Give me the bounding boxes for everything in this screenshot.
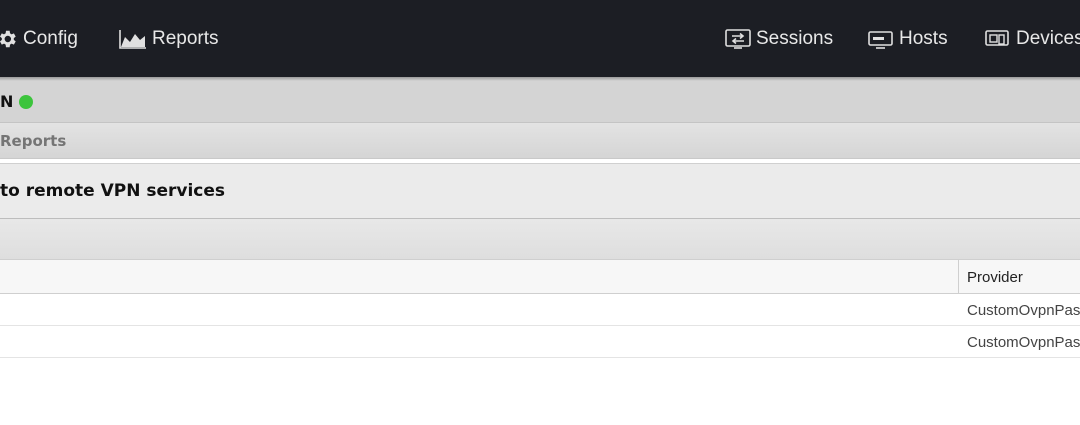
nav-devices[interactable]: Devices [985,0,1080,77]
nav-reports-label: Reports [152,27,219,49]
sessions-icon [725,28,751,49]
cell-provider: CustomOvpnPas [967,301,1080,319]
app-header: N [0,81,1080,123]
report-toolbar [0,219,1080,260]
nav-hosts[interactable]: Hosts [868,0,948,77]
report-title: to remote VPN services [0,181,226,201]
nav-sessions-label: Sessions [756,27,834,49]
table-header: Provider [0,260,1080,294]
breadcrumb[interactable]: Reports [0,132,66,150]
nav-reports[interactable]: Reports [119,0,219,77]
cell-provider: CustomOvpnPas [967,333,1080,351]
nav-sessions[interactable]: Sessions [725,0,833,77]
status-indicator [19,94,34,109]
column-header-provider[interactable]: Provider [967,260,1023,294]
app-title: N [0,92,14,111]
area-chart-icon [119,29,147,49]
report-title-bar: to remote VPN services [0,163,1080,219]
column-divider[interactable] [958,260,959,294]
table-row[interactable]: CustomOvpnPas [0,294,1080,326]
nav-devices-label: Devices [1016,27,1080,49]
breadcrumb-bar: Reports [0,123,1080,159]
hosts-icon [868,29,894,49]
nav-config[interactable]: Config [0,0,78,77]
nav-hosts-label: Hosts [899,27,948,49]
devices-icon [985,29,1011,49]
gear-icon [0,28,18,50]
table-row[interactable]: CustomOvpnPas [0,326,1080,358]
top-navigation-bar: Config Reports Sessions Hosts Devices [0,0,1080,77]
nav-config-label: Config [23,27,78,49]
